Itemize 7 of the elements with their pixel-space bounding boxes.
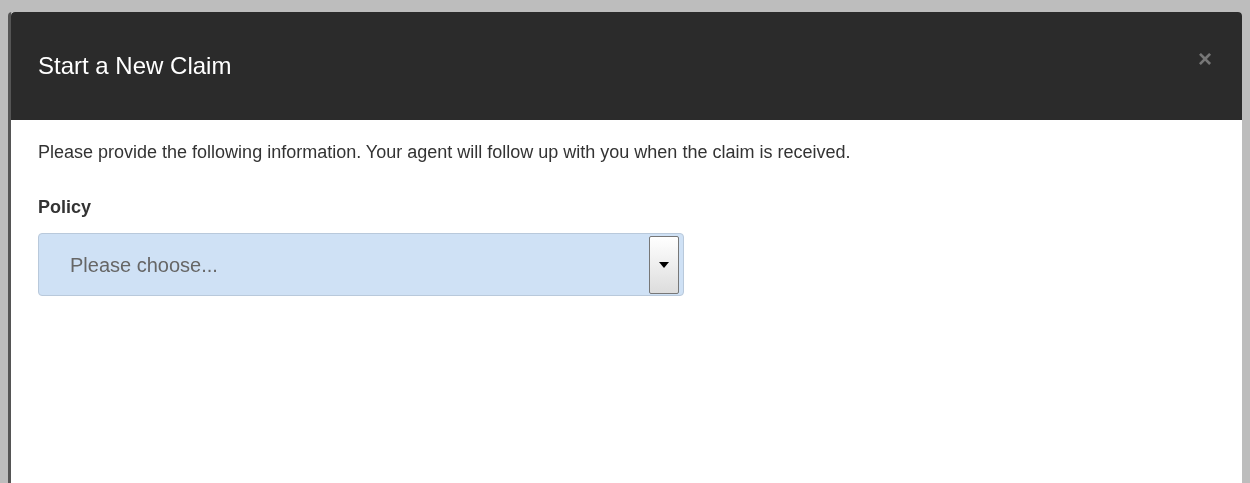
policy-dropdown[interactable]: Please choose... bbox=[38, 233, 684, 296]
dialog-title: Start a New Claim bbox=[38, 51, 232, 81]
field-label: Policy bbox=[38, 196, 93, 219]
dropdown-arrow-button[interactable] bbox=[649, 235, 679, 294]
caret-icon bbox=[659, 261, 669, 268]
instruction-text: Please provide the following information. Your agent will follow up with you when the claim is received. bbox=[38, 141, 852, 164]
close-button[interactable]: × bbox=[1198, 47, 1212, 71]
